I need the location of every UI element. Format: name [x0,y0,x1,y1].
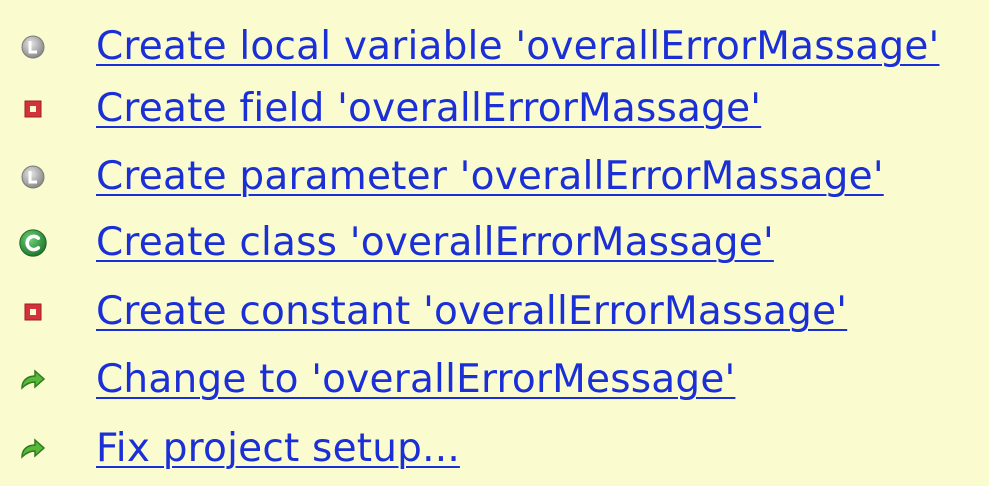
local-variable-icon [18,32,48,62]
proposal-create-field[interactable]: Create field 'overallErrorMassage' [0,78,989,140]
proposal-create-constant[interactable]: Create constant 'overallErrorMassage' [0,281,989,343]
proposal-label[interactable]: Create field 'overallErrorMassage' [96,86,761,132]
local-variable-icon [18,162,48,192]
proposal-create-parameter[interactable]: Create parameter 'overallErrorMassage' [0,146,989,208]
proposal-label[interactable]: Create parameter 'overallErrorMassage' [96,154,884,200]
proposal-label[interactable]: Create class 'overallErrorMassage' [96,220,774,266]
proposal-label[interactable]: Fix project setup... [96,426,460,472]
quick-fix-proposals-panel: Create local variable 'overallErrorMassa… [0,0,989,486]
change-arrow-icon [18,365,48,395]
proposal-label[interactable]: Change to 'overallErrorMessage' [96,357,735,403]
proposal-label[interactable]: Create local variable 'overallErrorMassa… [96,24,939,70]
proposal-label[interactable]: Create constant 'overallErrorMassage' [96,289,847,335]
class-icon [18,228,48,258]
proposal-change-to[interactable]: Change to 'overallErrorMessage' [0,349,989,411]
proposal-create-class[interactable]: Create class 'overallErrorMassage' [0,212,989,274]
change-arrow-icon [18,434,48,464]
proposal-fix-project-setup[interactable]: Fix project setup... [0,418,989,480]
proposal-create-local-variable[interactable]: Create local variable 'overallErrorMassa… [0,16,989,78]
field-icon [18,94,48,124]
field-icon [18,297,48,327]
